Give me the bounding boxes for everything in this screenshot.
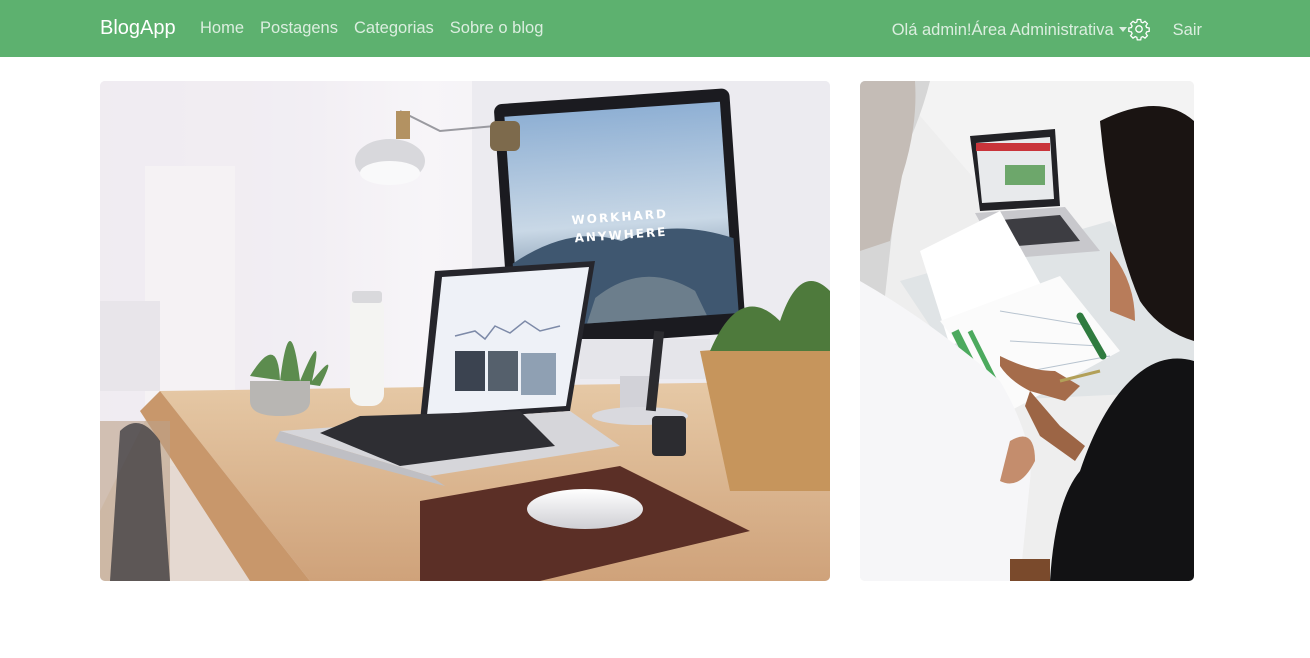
desk-photo: WORKHARD ANYWHERE bbox=[100, 81, 830, 581]
user-greeting: Olá admin! bbox=[891, 21, 972, 39]
admin-area-dropdown[interactable]: Área Administrativa bbox=[972, 20, 1127, 40]
meeting-photo bbox=[860, 81, 1194, 581]
nav-link-home[interactable]: Home bbox=[200, 18, 244, 38]
gear-icon bbox=[1127, 18, 1150, 41]
main-nav: Home Postagens Categorias Sobre o blog bbox=[200, 18, 559, 38]
featured-workspace-image[interactable]: WORKHARD ANYWHERE bbox=[100, 81, 830, 581]
user-nav: Olá admin! Área Administrativa Sair bbox=[892, 18, 1202, 42]
nav-link-categorias[interactable]: Categorias bbox=[354, 18, 434, 38]
team-planning-image[interactable] bbox=[860, 81, 1194, 581]
brand-logo-link[interactable]: BlogApp bbox=[100, 16, 176, 40]
nav-link-postagens[interactable]: Postagens bbox=[260, 18, 338, 38]
settings-link[interactable] bbox=[1127, 18, 1173, 42]
caret-down-icon bbox=[1118, 26, 1127, 32]
admin-area-label: Área Administrativa bbox=[971, 21, 1114, 39]
top-navbar: BlogApp Home Postagens Categorias Sobre … bbox=[0, 0, 1310, 57]
nav-link-sobre[interactable]: Sobre o blog bbox=[450, 18, 544, 38]
logout-link[interactable]: Sair bbox=[1173, 20, 1202, 40]
